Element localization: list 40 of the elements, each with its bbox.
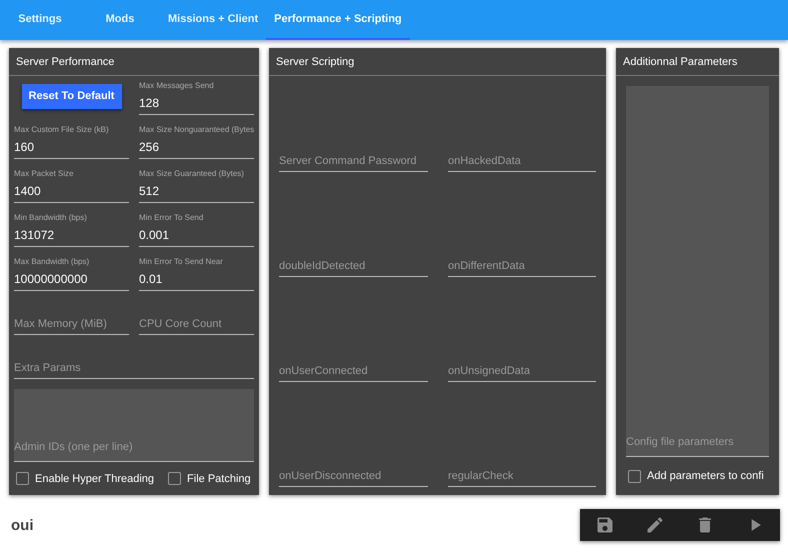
field-label: Max Size Nonguaranteed (Bytes xyxy=(139,125,254,135)
input-field[interactable]: onDifferentData xyxy=(448,257,596,277)
input-field[interactable]: onUnsignedData xyxy=(448,362,596,382)
field-label: Max Bandwidth (bps) xyxy=(14,257,90,267)
input-field[interactable]: regularCheck xyxy=(448,467,596,487)
field-label: Max Messages Send xyxy=(139,81,215,91)
input-field[interactable]: 128 xyxy=(139,95,254,115)
field-label: Max Custom File Size (kB) xyxy=(14,125,110,135)
input-field[interactable]: CPU Core Count xyxy=(139,315,254,335)
input-field[interactable]: 131072 xyxy=(14,227,129,247)
input-field[interactable]: Server Command Password xyxy=(279,152,428,172)
input-field[interactable]: 256 xyxy=(139,139,254,159)
field-label: Min Bandwidth (bps) xyxy=(14,213,88,223)
input-field[interactable]: onUserConnected xyxy=(279,362,428,382)
input-field[interactable]: onUserDisconnected xyxy=(279,467,428,487)
input-field[interactable]: doubleIdDetected xyxy=(279,257,428,277)
input-field[interactable]: 1400 xyxy=(14,183,129,203)
input-field[interactable]: 0.001 xyxy=(139,227,254,247)
input-field[interactable]: Extra Params xyxy=(14,359,254,379)
footer-title: oui xyxy=(11,517,34,534)
text-area[interactable]: Config file parameters xyxy=(626,86,769,457)
panel-title: Server Performance xyxy=(9,48,259,76)
checkbox[interactable]: Enable Hyper Threading xyxy=(16,472,154,485)
checkbox[interactable]: File Patching xyxy=(168,472,251,485)
input-field[interactable]: 10000000000 xyxy=(14,271,129,291)
text-area[interactable]: Admin IDs (one per line) xyxy=(14,389,254,462)
pencil-icon xyxy=(645,515,665,535)
field-label: Min Error To Send xyxy=(139,213,204,223)
field-label: Max Packet Size xyxy=(14,169,75,179)
field-label: Max Size Guaranteed (Bytes) xyxy=(139,169,245,179)
input-field[interactable]: 160 xyxy=(14,139,129,159)
panel-title: Additionnal Parameters xyxy=(616,48,779,76)
reset-button[interactable]: Reset To Default xyxy=(22,84,122,109)
checkbox[interactable]: Add parameters to confi xyxy=(628,470,764,482)
panel-title: Server Scripting xyxy=(269,48,606,76)
input-field[interactable]: onHackedData xyxy=(448,152,596,172)
field-label: Min Error To Send Near xyxy=(139,257,224,267)
input-field[interactable]: 512 xyxy=(139,183,254,203)
input-field[interactable]: Max Memory (MiB) xyxy=(14,315,129,335)
input-field[interactable]: 0.01 xyxy=(139,271,254,291)
